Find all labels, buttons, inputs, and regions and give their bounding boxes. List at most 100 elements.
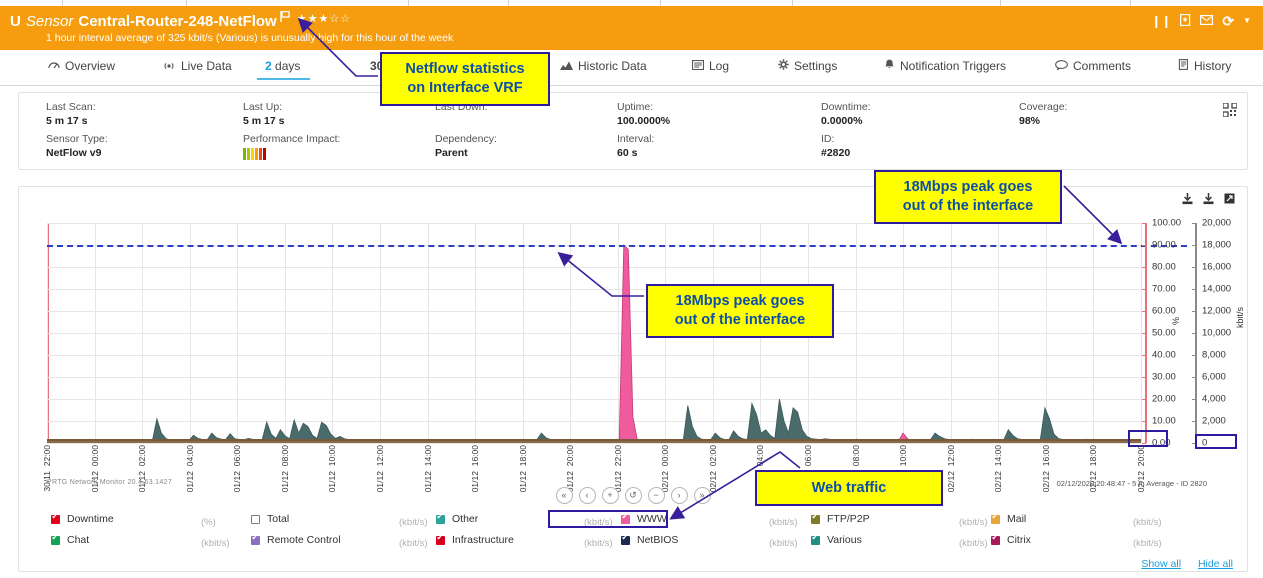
info-sensor-type: Sensor Type: NetFlow v9 <box>46 133 108 159</box>
percent-axis-caption: % <box>1171 317 1181 326</box>
prtg-logo: U <box>10 13 21 30</box>
gridline-v <box>380 223 381 443</box>
axis-tick-label: 20.00 <box>1152 393 1176 405</box>
axis-tickmark <box>1192 355 1196 356</box>
tab-overview[interactable]: Overview <box>48 59 115 73</box>
legend-checkbox[interactable] <box>51 511 60 524</box>
legend-checkbox[interactable] <box>991 532 1000 545</box>
legend-label: Various <box>827 534 862 546</box>
tab-comments-label: Comments <box>1073 59 1132 73</box>
mail-icon[interactable] <box>1200 15 1214 27</box>
info-coverage-label: Coverage: <box>1019 101 1068 113</box>
gridline-v <box>1093 223 1094 443</box>
step-back-button[interactable]: ‹ <box>578 487 596 504</box>
tab-historic-data[interactable]: Historic Data <box>560 59 647 73</box>
x-tick-label: 02/12 14:00 <box>993 445 1003 493</box>
report-icon[interactable] <box>1180 14 1191 28</box>
gridline-v <box>475 223 476 443</box>
tab-log-label: Log <box>709 59 730 73</box>
axis-tick-label: 50.00 <box>1152 327 1176 339</box>
info-downtime: Downtime: 0.0000% <box>821 101 871 127</box>
legend-checkbox[interactable] <box>251 532 260 545</box>
axis-tickmark <box>1142 399 1146 400</box>
tab-2-days[interactable]: 2 days <box>256 59 311 80</box>
callout-peak-mid: 18Mbps peak goes out of the interface <box>646 284 834 338</box>
legend-checkbox[interactable] <box>251 514 260 524</box>
axis-tickmark <box>1192 377 1196 378</box>
show-all-link[interactable]: Show all <box>1141 558 1181 570</box>
header-tools: ❙❙ ⟳ ▼ <box>1151 14 1251 28</box>
info-id-value: #2820 <box>821 147 851 159</box>
chevron-down-icon[interactable]: ▼ <box>1243 17 1251 25</box>
legend-checkbox[interactable] <box>51 532 60 545</box>
axis-tickmark <box>1142 245 1146 246</box>
legend-checkbox[interactable] <box>991 511 1000 524</box>
x-tick-label: 02/12 02:00 <box>708 445 718 493</box>
axis-tick-label: 16,000 <box>1202 261 1232 273</box>
gridline-h <box>47 443 1141 444</box>
reset-button[interactable]: ↺ <box>624 487 642 504</box>
info-uptime-value: 100.0000% <box>617 115 671 127</box>
legend-checkbox[interactable] <box>621 532 630 545</box>
traffic-chart[interactable] <box>47 223 1187 444</box>
sensor-tabbar: Overview Live Data 2 days 30 days Histor… <box>0 50 1263 86</box>
tab-comments[interactable]: Comments <box>1055 59 1131 73</box>
download-image-icon[interactable] <box>1203 193 1214 205</box>
legend-item-other[interactable]: Other <box>436 511 478 525</box>
info-coverage: Coverage: 98% <box>1019 101 1067 127</box>
axis-tickmark <box>1192 421 1196 422</box>
legend-item-infrastructure[interactable]: Infrastructure <box>436 532 514 546</box>
flag-icon[interactable] <box>280 10 290 25</box>
info-interval: Interval: 60 s <box>617 133 654 159</box>
info-uptime-label: Uptime: <box>617 101 654 113</box>
prtg-credit: PRTG Network Monitor 20.4.63.1427 <box>47 479 172 486</box>
legend-item-remote-control[interactable]: Remote Control <box>251 532 341 546</box>
axis-tick-label: 18,000 <box>1202 239 1232 251</box>
legend-item-chat[interactable]: Chat <box>51 532 89 546</box>
info-last-up-value: 5 m 17 s <box>243 115 285 127</box>
hide-all-link[interactable]: Hide all <box>1198 558 1233 570</box>
legend-checkbox[interactable] <box>436 532 445 545</box>
log-icon <box>691 59 705 73</box>
legend-checkbox[interactable] <box>811 511 820 524</box>
tab-live-data[interactable]: Live Data <box>162 59 232 73</box>
axis-tick-label: 20,000 <box>1202 217 1232 229</box>
sensor-name: Central-Router-248-NetFlow <box>78 13 277 30</box>
legend-item-total[interactable]: Total <box>251 513 289 525</box>
axis-tick-label: 80.00 <box>1152 261 1176 273</box>
zoom-out-button[interactable]: − <box>647 487 665 504</box>
jump-back-button[interactable]: « <box>555 487 573 504</box>
info-sensor-type-value: NetFlow v9 <box>46 147 102 159</box>
legend-checkbox[interactable] <box>811 532 820 545</box>
download-data-icon[interactable] <box>1182 193 1193 205</box>
tab-settings[interactable]: Settings <box>778 59 837 73</box>
legend-label: Downtime <box>67 513 114 525</box>
qr-code-icon[interactable] <box>1222 102 1238 118</box>
x-tick-label: 01/12 12:00 <box>375 445 385 493</box>
highlight-kbits-value <box>1195 434 1237 449</box>
axis-tick-label: 4,000 <box>1202 393 1226 405</box>
legend-item-ftp-p2p[interactable]: FTP/P2P <box>811 511 870 525</box>
popout-icon[interactable] <box>1224 193 1235 205</box>
legend-item-mail[interactable]: Mail <box>991 511 1026 525</box>
gridline-v <box>903 223 904 443</box>
legend-label: NetBIOS <box>637 534 679 546</box>
tab-history[interactable]: History <box>1178 59 1231 73</box>
legend-item-citrix[interactable]: Citrix <box>991 532 1031 546</box>
priority-stars[interactable]: ★★★☆☆ <box>297 12 351 25</box>
step-forward-button[interactable]: › <box>670 487 688 504</box>
refresh-icon[interactable]: ⟳ <box>1222 14 1234 28</box>
tab-log[interactable]: Log <box>691 59 730 73</box>
zoom-in-button[interactable]: + <box>601 487 619 504</box>
x-tick-label: 01/12 22:00 <box>613 445 623 493</box>
tab-notification-triggers[interactable]: Notification Triggers <box>884 59 1006 73</box>
legend-checkbox[interactable] <box>436 511 445 524</box>
jump-forward-button[interactable]: » <box>693 487 711 504</box>
info-dependency-label: Dependency: <box>435 133 497 145</box>
gridline-v <box>570 223 571 443</box>
axis-tick-label: 30.00 <box>1152 371 1176 383</box>
pause-icon[interactable]: ❙❙ <box>1151 15 1171 27</box>
legend-item-various[interactable]: Various <box>811 532 862 546</box>
legend-item-netbios[interactable]: NetBIOS <box>621 532 679 546</box>
legend-item-downtime[interactable]: Downtime <box>51 511 114 525</box>
